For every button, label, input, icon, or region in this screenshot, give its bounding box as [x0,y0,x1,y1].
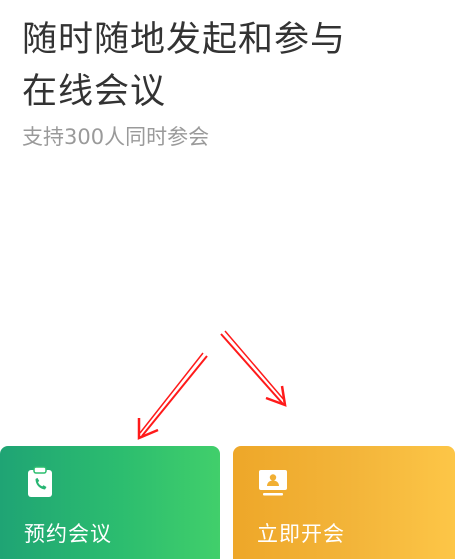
schedule-meeting-label: 预约会议 [24,522,112,546]
monitor-person-icon [259,470,287,496]
schedule-meeting-button[interactable]: 预约会议 [0,446,220,559]
arrow-to-start-now [220,330,287,407]
arrow-to-schedule [137,352,208,440]
start-meeting-button[interactable]: 立即开会 [233,446,455,559]
start-meeting-label: 立即开会 [257,522,345,546]
clipboard-phone-icon [28,466,52,497]
meeting-home-screen: 随时随地发起和参与 在线会议 支持300人同时参会 预约会议 立即开会 [0,0,455,559]
